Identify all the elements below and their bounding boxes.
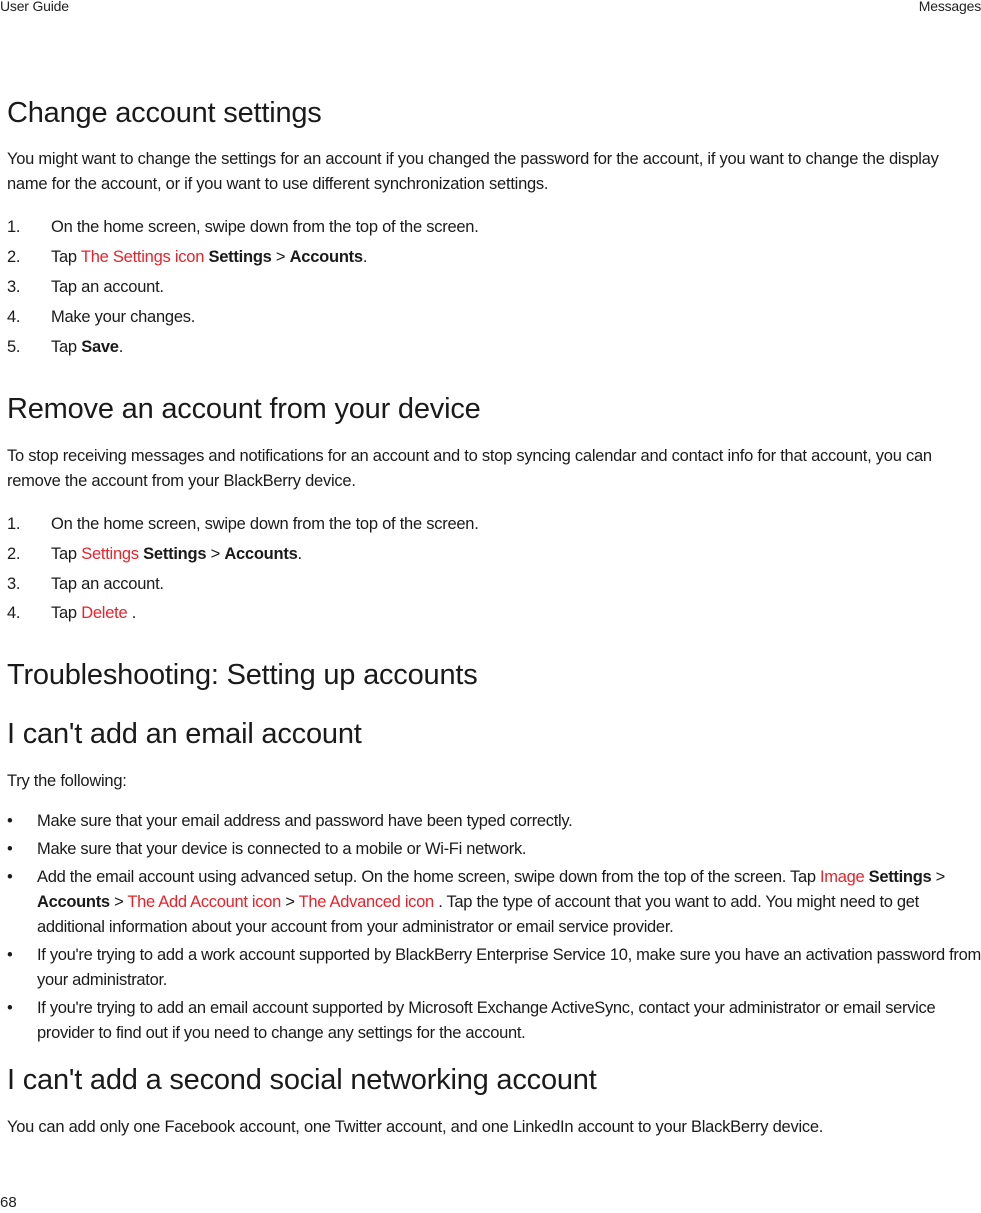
step-text: Tap [51,338,82,356]
step-number: 4. [7,604,21,622]
advanced-icon: The Advanced icon [298,893,435,911]
punctuation: . [297,545,303,563]
accounts-label: Accounts [289,248,363,266]
change-step-1: 1. On the home screen, swipe down from th… [7,216,479,238]
bullet-icon: • [7,868,13,886]
header-section-title: Messages [918,0,981,14]
step-text: Tap an account. [51,278,164,296]
change-intro-paragraph: You might want to change the settings fo… [7,150,939,193]
step-text: On the home screen, swipe down from the … [51,218,479,236]
step-text: Tap an account. [51,575,164,593]
step-number: 3. [7,575,21,593]
accounts-label: Accounts [224,545,298,563]
bullet-item: • Add the email account using advanced s… [7,865,981,940]
step-text: Tap [51,604,82,622]
bullet-text-part: Add the email account using advanced set… [37,868,820,886]
punctuation: . [362,248,368,266]
step-number: 5. [7,338,21,356]
path-separator: > [109,893,128,911]
step-text: Tap [51,248,81,266]
step-number: 3. [7,278,21,296]
punctuation: . [127,604,137,622]
bullet-text: If you're trying to add an email account… [37,999,936,1042]
remove-intro-paragraph: To stop receiving messages and notificat… [7,447,932,490]
bullet-item: • Make sure that your device is connecte… [7,837,981,862]
step-number: 2. [7,545,21,563]
path-separator: > [285,893,299,911]
step-text: On the home screen, swipe down from the … [51,515,479,533]
path-separator: > [931,868,946,886]
settings-icon: Settings [81,545,139,563]
remove-step-2: 2. Tap Settings Settings > Accounts. [7,543,302,565]
bullet-icon: • [7,999,13,1017]
heading-change-account-settings: Change account settings [7,97,322,129]
image-icon: Image [820,868,865,886]
remove-step-4: 4. Tap Delete . [7,602,136,624]
add-account-icon: The Add Account icon [127,893,282,911]
settings-label: Settings [143,545,207,563]
heading-cant-add-social: I can't add a second social networking a… [7,1064,597,1096]
change-step-3: 3. Tap an account. [7,276,164,298]
step-number: 1. [7,218,21,236]
bullet-text: Make sure that your email address and pa… [37,812,573,830]
bullet-text: Add the email account using advanced set… [37,865,981,940]
accounts-label: Accounts [37,893,110,911]
path-separator: > [206,545,225,563]
heading-remove-account: Remove an account from your device [7,393,481,425]
remove-step-1: 1. On the home screen, swipe down from th… [7,513,479,535]
remove-step-3: 3. Tap an account. [7,573,164,595]
settings-icon: The Settings icon [80,248,205,266]
step-number: 1. [7,515,21,533]
step-number: 2. [7,248,21,266]
change-step-5: 5. Tap Save. [7,336,123,358]
save-label: Save [81,338,119,356]
page-number: 68 [0,1194,17,1211]
step-number: 4. [7,308,21,326]
change-step-2: 2. Tap The Settings icon Settings > Accou… [7,246,367,268]
bullet-icon: • [7,812,13,830]
heading-troubleshooting: Troubleshooting: Setting up accounts [7,659,478,691]
step-text: Tap [51,545,82,563]
bullet-icon: • [7,946,13,964]
bullet-text: If you're trying to add a work account s… [37,946,981,989]
delete-icon: Delete [81,604,128,622]
settings-label: Settings [868,868,932,886]
try-following-text: Try the following: [7,772,127,790]
bullet-item: • Make sure that your email address and … [7,809,981,834]
header-doc-title: User Guide [0,0,69,14]
bullet-item: • If you're trying to add an email accou… [7,996,981,1046]
change-step-4: 4. Make your changes. [7,306,195,328]
social-paragraph: You can add only one Facebook account, o… [7,1118,824,1136]
step-text: Make your changes. [51,308,196,326]
bullet-icon: • [7,840,13,858]
path-separator: > [271,248,290,266]
settings-label: Settings [208,248,272,266]
bullet-text: Make sure that your device is connected … [37,840,527,858]
heading-cant-add-email: I can't add an email account [7,718,362,750]
bullet-item: • If you're trying to add a work account… [7,943,981,993]
punctuation: . [118,338,124,356]
